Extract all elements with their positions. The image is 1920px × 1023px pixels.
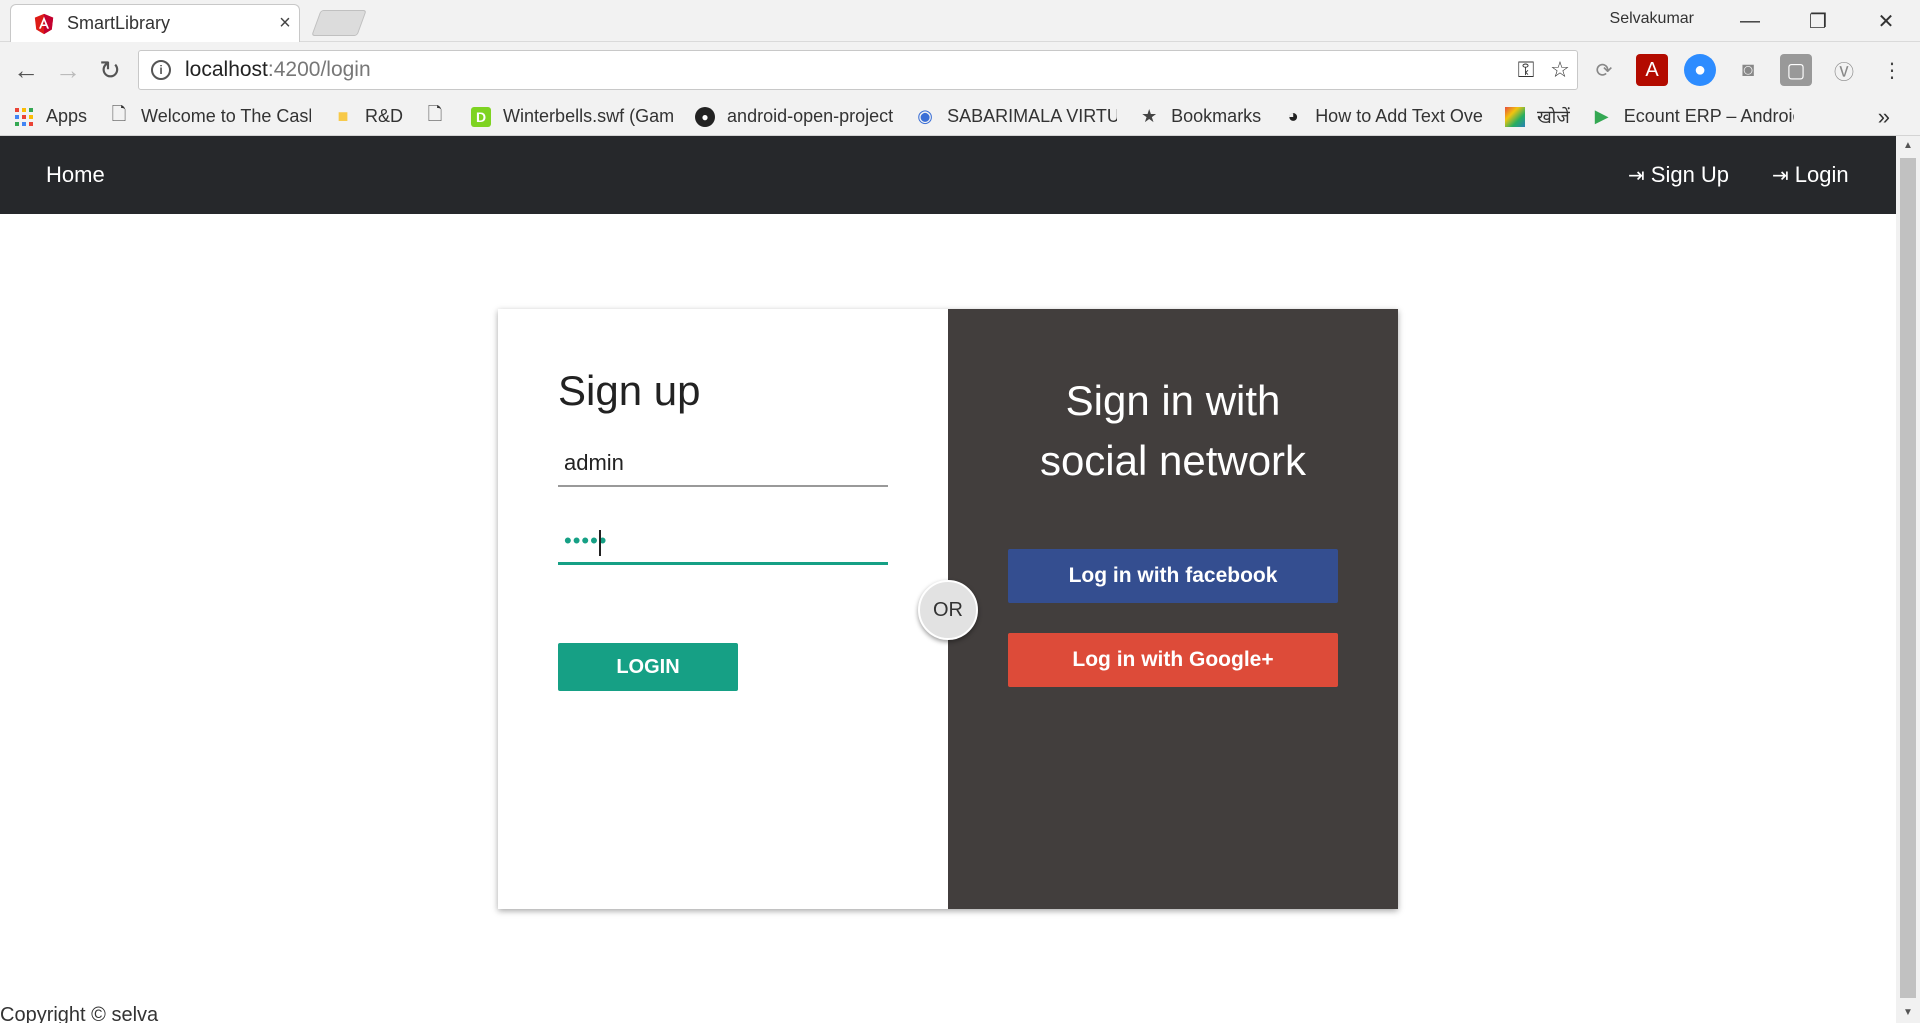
- key-icon[interactable]: ⚿: [1509, 57, 1543, 83]
- camera-icon[interactable]: ◙: [1732, 54, 1764, 86]
- bookmark-label: R&D: [365, 106, 404, 126]
- github-icon: ●: [695, 106, 716, 127]
- nav-home-link[interactable]: Home: [46, 162, 105, 188]
- nav-login-link[interactable]: ⇥ Login: [1772, 162, 1849, 188]
- bookmark-item[interactable]: ● android-open-project: [695, 106, 893, 127]
- apps-grid-icon: [14, 107, 34, 127]
- google-login-button[interactable]: Log in with Google+: [1008, 633, 1338, 687]
- bookmark-label: Welcome to The Cash: [141, 106, 312, 126]
- chrome-menu-icon[interactable]: ⋮: [1876, 54, 1908, 86]
- signup-panel: Sign up LOGIN: [498, 309, 948, 909]
- bookmark-item[interactable]: ▶ Ecount ERP – Androic: [1592, 106, 1794, 127]
- game-icon: D: [471, 106, 492, 127]
- username-input[interactable]: [558, 441, 888, 487]
- folder-icon: ■: [337, 106, 349, 126]
- extension-square-icon[interactable]: ▢: [1780, 54, 1812, 86]
- restore-icon[interactable]: ❐: [1784, 0, 1852, 42]
- app-navbar: Home ⇥ Sign Up ⇥ Login: [0, 136, 1896, 214]
- angular-icon: [34, 13, 54, 34]
- page-icon: 🗋: [111, 103, 127, 124]
- bookmark-item[interactable]: ■ R&D: [333, 106, 403, 127]
- sign-in-icon: ⇥: [1772, 164, 1789, 187]
- url-path: :4200/login: [267, 58, 371, 81]
- bookmark-label: Ecount ERP – Androic: [1623, 106, 1794, 126]
- nav-login-label: Login: [1794, 162, 1849, 187]
- tab-title: SmartLibrary: [67, 13, 171, 33]
- social-panel: Sign in with social network Log in with …: [948, 309, 1398, 909]
- scroll-down-arrow-icon[interactable]: ▼: [1896, 1003, 1920, 1023]
- play-store-icon: ▶: [1594, 106, 1609, 126]
- browser-tab[interactable]: SmartLibrary ×: [10, 4, 300, 42]
- forward-arrow-icon[interactable]: →: [50, 52, 86, 88]
- window-close-icon[interactable]: ✕: [1852, 0, 1920, 42]
- page-viewport: Home ⇥ Sign Up ⇥ Login Sign up LOGIN OR …: [0, 136, 1896, 1023]
- map-pin-icon: ◉: [917, 106, 934, 126]
- bookmarks-overflow-icon[interactable]: »: [1878, 104, 1890, 130]
- bookmark-label: Bookmarks: [1171, 106, 1262, 126]
- social-title: Sign in with social network: [948, 371, 1398, 491]
- signup-title: Sign up: [558, 367, 701, 414]
- social-title-line1: Sign in with: [1065, 377, 1281, 424]
- back-arrow-icon[interactable]: ←: [8, 52, 44, 88]
- bookmark-item[interactable]: D Winterbells.swf (Gam: [471, 106, 673, 127]
- text-caret: [599, 530, 601, 556]
- star-icon: ★: [1141, 106, 1158, 126]
- bookmark-label: SABARIMALA VIRTUA: [947, 106, 1118, 126]
- acrobat-icon[interactable]: A: [1636, 54, 1668, 86]
- bookmark-label: Winterbells.swf (Gam: [503, 106, 674, 126]
- reload-icon[interactable]: ↻: [92, 52, 128, 88]
- scroll-up-arrow-icon[interactable]: ▲: [1896, 136, 1920, 156]
- browser-toolbar: ← → ↻ i localhost:4200/login ⚿ ☆ ⟳ A ● ◙…: [0, 42, 1920, 98]
- bookmarks-bar: Apps 🗋 Welcome to The Cash ■ R&D 🗋 D Win…: [0, 98, 1920, 136]
- info-icon[interactable]: i: [151, 60, 171, 80]
- bookmark-item[interactable]: Apps: [14, 106, 87, 127]
- tab-close-icon[interactable]: ×: [271, 12, 299, 35]
- url-text[interactable]: localhost:4200/login: [185, 58, 1509, 82]
- login-card: Sign up LOGIN OR Sign in with social net…: [498, 309, 1398, 909]
- social-title-line2: social network: [1039, 437, 1307, 484]
- extension-refresh-icon[interactable]: ⟳: [1588, 54, 1620, 86]
- bookmark-label: How to Add Text Ove: [1315, 106, 1483, 126]
- bookmark-label: android-open-project: [727, 106, 894, 126]
- pie-icon: ◕: [1287, 106, 1299, 126]
- nav-signup-link[interactable]: ⇥ Sign Up: [1628, 162, 1729, 188]
- footer-copyright: Copyright © selva: [0, 1004, 159, 1023]
- bookmark-label: Apps: [46, 106, 88, 126]
- or-divider: OR: [918, 580, 978, 640]
- bookmark-item[interactable]: ★ Bookmarks: [1139, 106, 1261, 127]
- bookmark-item[interactable]: खोजें: [1504, 105, 1570, 129]
- page-scrollbar[interactable]: ▲ ▼: [1896, 136, 1920, 1023]
- profile-name[interactable]: Selvakumar: [1610, 10, 1694, 28]
- new-tab-button[interactable]: [311, 10, 367, 36]
- nav-signup-label: Sign Up: [1650, 162, 1730, 187]
- bookmark-label: खोजें: [1536, 106, 1570, 127]
- facebook-login-button[interactable]: Log in with facebook: [1008, 549, 1338, 603]
- bookmark-item[interactable]: 🗋: [425, 103, 457, 127]
- login-button[interactable]: LOGIN: [558, 643, 738, 691]
- extension-v-icon[interactable]: Ⓥ: [1828, 54, 1860, 86]
- page-icon: 🗋: [427, 103, 443, 124]
- address-bar[interactable]: i localhost:4200/login ⚿ ☆: [138, 50, 1578, 90]
- password-input[interactable]: [558, 519, 888, 565]
- url-host: localhost: [185, 58, 268, 81]
- bookmark-item[interactable]: 🗋 Welcome to The Cash: [109, 103, 312, 127]
- bookmark-star-icon[interactable]: ☆: [1543, 57, 1577, 83]
- minimize-icon[interactable]: —: [1716, 0, 1784, 42]
- browser-tabbar: SmartLibrary × Selvakumar — ❐ ✕: [0, 0, 1920, 42]
- scroll-thumb[interactable]: [1900, 158, 1916, 998]
- bookmark-item[interactable]: ◕ How to Add Text Ove: [1283, 106, 1483, 127]
- zoom-video-icon[interactable]: ●: [1684, 54, 1716, 86]
- sign-in-icon: ⇥: [1628, 164, 1645, 187]
- bookmark-item[interactable]: ◉ SABARIMALA VIRTUA: [915, 106, 1117, 127]
- colorful-square-icon: [1504, 106, 1525, 127]
